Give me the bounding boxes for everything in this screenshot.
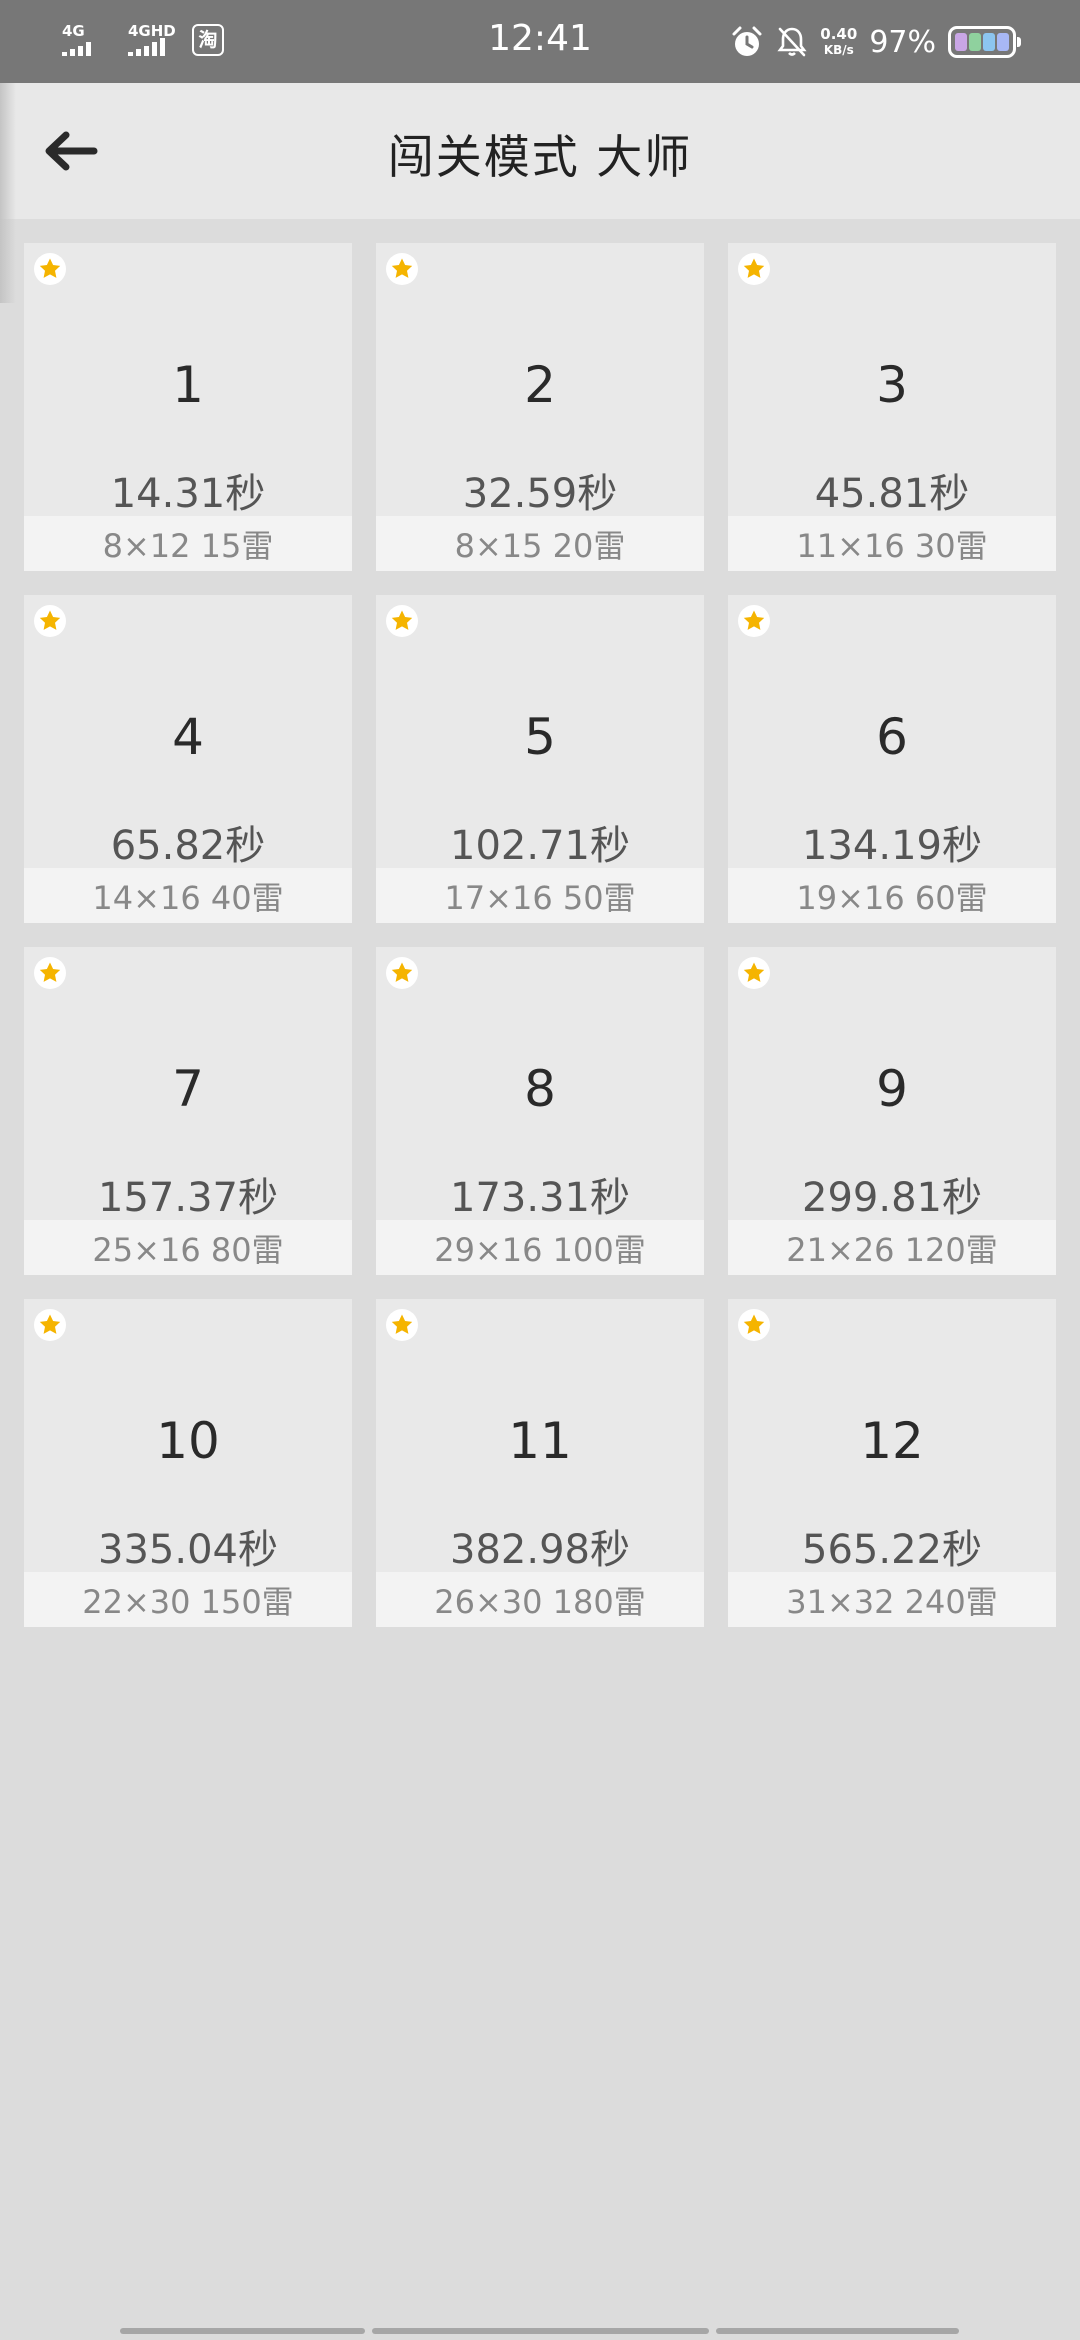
level-board-info: 8×15 20雷	[376, 516, 704, 571]
level-number: 6	[876, 708, 908, 766]
star-badge	[738, 1309, 770, 1341]
nav-bar-segment	[716, 2328, 959, 2334]
level-number: 1	[172, 356, 204, 414]
star-badge	[34, 1309, 66, 1341]
battery-cell	[955, 33, 967, 51]
star-badge	[386, 253, 418, 285]
level-number: 12	[860, 1412, 924, 1470]
level-board-info: 29×16 100雷	[376, 1220, 704, 1275]
level-board-info: 14×16 40雷	[24, 868, 352, 923]
level-best-time: 32.59秒	[462, 471, 618, 517]
star-icon	[391, 962, 413, 982]
battery-cell	[983, 33, 995, 51]
star-icon	[743, 610, 765, 630]
level-board-info: 31×32 240雷	[728, 1572, 1056, 1627]
net-speed-value: 0.40	[820, 25, 858, 43]
level-board-info: 11×16 30雷	[728, 516, 1056, 571]
star-icon	[743, 962, 765, 982]
level-card-10[interactable]: 10 335.04秒 22×30 150雷	[24, 1299, 352, 1627]
star-badge	[386, 957, 418, 989]
level-card-6[interactable]: 6 134.19秒 19×16 60雷	[728, 595, 1056, 923]
level-board-info: 25×16 80雷	[24, 1220, 352, 1275]
star-icon	[391, 1314, 413, 1334]
battery-cell	[969, 33, 981, 51]
level-grid: 1 14.31秒 8×12 15雷 2 32.59秒 8×15 20雷 3 45…	[24, 243, 1056, 1627]
status-bar: 4G 4GHD 淘 12:41 0.40 KB/s 97%	[0, 0, 1080, 83]
gesture-nav-bar	[0, 2328, 1080, 2336]
level-best-time: 335.04秒	[98, 1527, 278, 1573]
star-icon	[39, 610, 61, 630]
battery-icon	[948, 26, 1021, 58]
level-best-time: 157.37秒	[98, 1175, 278, 1221]
star-icon	[39, 1314, 61, 1334]
level-card-5[interactable]: 5 102.71秒 17×16 50雷	[376, 595, 704, 923]
level-number: 10	[156, 1412, 220, 1470]
star-badge	[386, 1309, 418, 1341]
level-card-12[interactable]: 12 565.22秒 31×32 240雷	[728, 1299, 1056, 1627]
star-icon	[39, 258, 61, 278]
level-number: 9	[876, 1060, 908, 1118]
star-icon	[391, 258, 413, 278]
level-best-time: 299.81秒	[802, 1175, 982, 1221]
level-number: 4	[172, 708, 204, 766]
level-best-time: 382.98秒	[450, 1527, 630, 1573]
nav-bar-segment	[120, 2328, 365, 2334]
level-board-info: 8×12 15雷	[24, 516, 352, 571]
level-card-2[interactable]: 2 32.59秒 8×15 20雷	[376, 243, 704, 571]
star-icon	[391, 610, 413, 630]
level-best-time: 134.19秒	[802, 823, 982, 869]
level-card-8[interactable]: 8 173.31秒 29×16 100雷	[376, 947, 704, 1275]
battery-percent: 97%	[869, 24, 936, 60]
status-right-group: 0.40 KB/s 97%	[730, 20, 1021, 64]
nav-bar-segment	[372, 2328, 709, 2334]
level-number: 8	[524, 1060, 556, 1118]
page-title: 闯关模式 大师	[387, 130, 693, 184]
level-best-time: 65.82秒	[110, 823, 266, 869]
star-badge	[386, 605, 418, 637]
level-number: 7	[172, 1060, 204, 1118]
star-badge	[738, 957, 770, 989]
level-board-info: 21×26 120雷	[728, 1220, 1056, 1275]
star-badge	[738, 605, 770, 637]
star-badge	[34, 605, 66, 637]
level-number: 11	[508, 1412, 572, 1470]
bell-off-icon	[777, 27, 807, 57]
level-best-time: 565.22秒	[802, 1527, 982, 1573]
level-board-info: 17×16 50雷	[376, 868, 704, 923]
level-card-7[interactable]: 7 157.37秒 25×16 80雷	[24, 947, 352, 1275]
level-card-3[interactable]: 3 45.81秒 11×16 30雷	[728, 243, 1056, 571]
level-number: 2	[524, 356, 556, 414]
level-board-info: 26×30 180雷	[376, 1572, 704, 1627]
star-icon	[39, 962, 61, 982]
star-icon	[743, 1314, 765, 1334]
level-best-time: 45.81秒	[814, 471, 970, 517]
app-header: 闯关模式 大师	[0, 83, 1080, 219]
alarm-icon	[732, 26, 762, 56]
level-board-info: 22×30 150雷	[24, 1572, 352, 1627]
level-number: 5	[524, 708, 556, 766]
level-number: 3	[876, 356, 908, 414]
level-card-4[interactable]: 4 65.82秒 14×16 40雷	[24, 595, 352, 923]
level-board-info: 19×16 60雷	[728, 868, 1056, 923]
star-badge	[34, 253, 66, 285]
level-best-time: 102.71秒	[450, 823, 630, 869]
star-badge	[738, 253, 770, 285]
level-best-time: 173.31秒	[450, 1175, 630, 1221]
battery-cell	[997, 33, 1009, 51]
level-best-time: 14.31秒	[110, 471, 266, 517]
level-card-11[interactable]: 11 382.98秒 26×30 180雷	[376, 1299, 704, 1627]
net-speed-indicator: 0.40 KB/s	[820, 26, 857, 58]
level-card-1[interactable]: 1 14.31秒 8×12 15雷	[24, 243, 352, 571]
level-card-9[interactable]: 9 299.81秒 21×26 120雷	[728, 947, 1056, 1275]
net-speed-unit: KB/s	[823, 43, 854, 57]
edge-shadow	[0, 83, 16, 303]
star-badge	[34, 957, 66, 989]
star-icon	[743, 258, 765, 278]
